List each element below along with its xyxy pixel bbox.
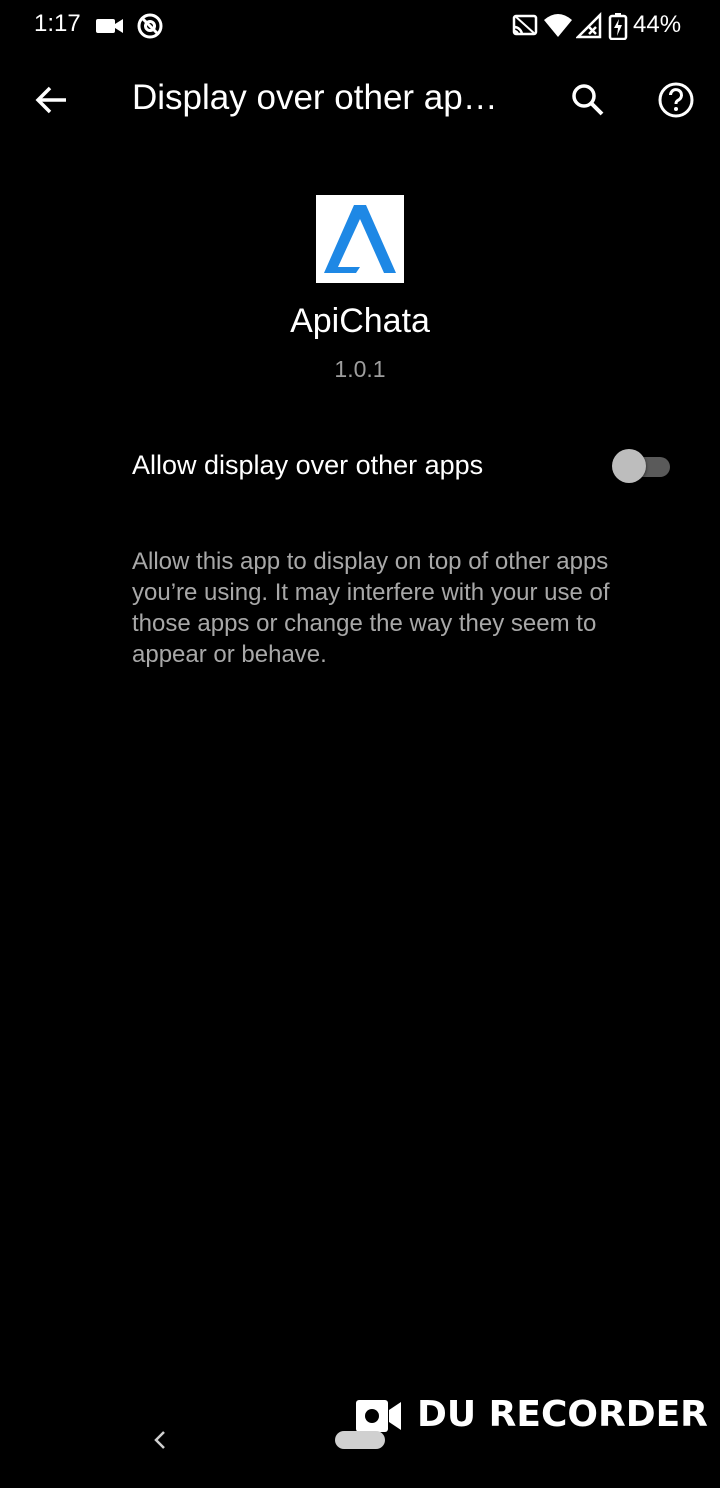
screen: 1:17 44% Display over other ap… ApiChata… [0,0,720,1488]
battery-percent: 44% [633,11,682,38]
search-icon [572,84,604,116]
page-title: Display over other ap… [132,78,498,117]
help-button[interactable] [650,74,702,126]
arrow-left-icon [35,86,66,114]
help-circle-icon [658,82,694,118]
at-sign-icon [137,13,163,39]
chevron-left-icon[interactable] [146,1424,174,1456]
battery-charging-icon [608,13,628,40]
app-version: 1.0.1 [334,356,386,382]
wifi-icon [544,14,572,37]
status-time: 1:17 [34,10,81,37]
app-icon [316,195,404,283]
allow-display-switch[interactable] [612,448,670,484]
home-pill-icon[interactable] [335,1431,385,1449]
back-button[interactable] [26,74,78,126]
watermark-text: DU RECORDER [417,1394,708,1435]
cast-icon [512,14,538,36]
setting-description: Allow this app to display on top of othe… [132,548,610,668]
allow-display-setting-row[interactable]: Allow display over other apps [0,420,720,512]
toolbar: Display over other ap… [0,62,720,138]
app-logo-icon [324,205,396,273]
status-bar: 1:17 44% [0,0,720,54]
search-button[interactable] [562,74,614,126]
video-recorder-icon [356,1400,401,1432]
setting-label: Allow display over other apps [132,450,484,480]
signal-icon [576,12,602,39]
switch-thumb [612,449,646,483]
video-camera-icon [96,19,123,33]
app-name: ApiChata [290,302,430,340]
